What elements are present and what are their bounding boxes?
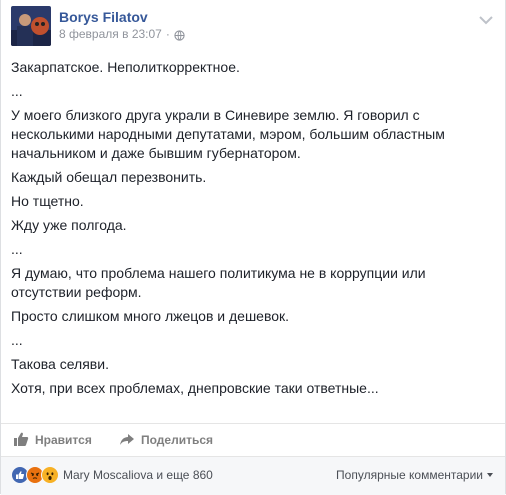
post-header: Borys Filatov 8 февраля в 23:07 · bbox=[11, 6, 185, 48]
post-paragraph: Хотя, при всех проблемах, днепровские та… bbox=[11, 380, 379, 396]
reactions-summary[interactable]: Mary Moscaliova и еще 860 bbox=[63, 468, 213, 482]
caret-down-icon bbox=[487, 473, 493, 477]
post-paragraph: Но тщетно. bbox=[11, 193, 84, 209]
post-paragraph: Такова селяви. bbox=[11, 356, 109, 372]
globe-icon bbox=[174, 29, 185, 41]
thumbs-up-icon bbox=[13, 431, 35, 450]
comment-sort-label: Популярные комментарии bbox=[336, 468, 483, 482]
chevron-down-icon[interactable] bbox=[479, 12, 493, 25]
post-paragraph: Каждый обещал перезвонить. bbox=[11, 169, 207, 185]
meta-separator: · bbox=[165, 27, 170, 41]
share-arrow-icon bbox=[119, 431, 141, 450]
post-body: Закарпатское. Неполиткорректное. ... У м… bbox=[11, 58, 491, 403]
post-paragraph: Жду уже полгода. bbox=[11, 217, 127, 233]
post-card: Borys Filatov 8 февраля в 23:07 · Закарп… bbox=[0, 0, 506, 495]
like-button[interactable]: Нравится bbox=[13, 424, 92, 456]
post-paragraph: ... bbox=[11, 241, 23, 257]
like-label: Нравится bbox=[35, 433, 92, 447]
author-name[interactable]: Borys Filatov bbox=[59, 8, 185, 26]
share-label: Поделиться bbox=[141, 433, 214, 447]
post-paragraph: Закарпатское. Неполиткорректное. bbox=[11, 59, 240, 75]
post-paragraph: Я думаю, что проблема нашего политикума … bbox=[11, 265, 430, 300]
post-timestamp[interactable]: 8 февраля в 23:07 bbox=[59, 26, 162, 42]
comment-sort-dropdown[interactable]: Популярные комментарии bbox=[336, 468, 493, 482]
reaction-icons[interactable] bbox=[11, 466, 59, 484]
post-paragraph: У моего близкого друга украли в Синевире… bbox=[11, 107, 449, 161]
post-paragraph: ... bbox=[11, 332, 23, 348]
wow-reaction-icon bbox=[41, 466, 59, 484]
post-paragraph: ... bbox=[11, 83, 23, 99]
post-actions-bar: Нравится Поделиться bbox=[1, 423, 505, 456]
reactions-bar: Mary Moscaliova и еще 860 Популярные ком… bbox=[1, 456, 505, 495]
post-paragraph: Просто слишком много лжецов и дешевок. bbox=[11, 308, 290, 324]
share-button[interactable]: Поделиться bbox=[119, 424, 213, 456]
avatar[interactable] bbox=[11, 6, 51, 46]
